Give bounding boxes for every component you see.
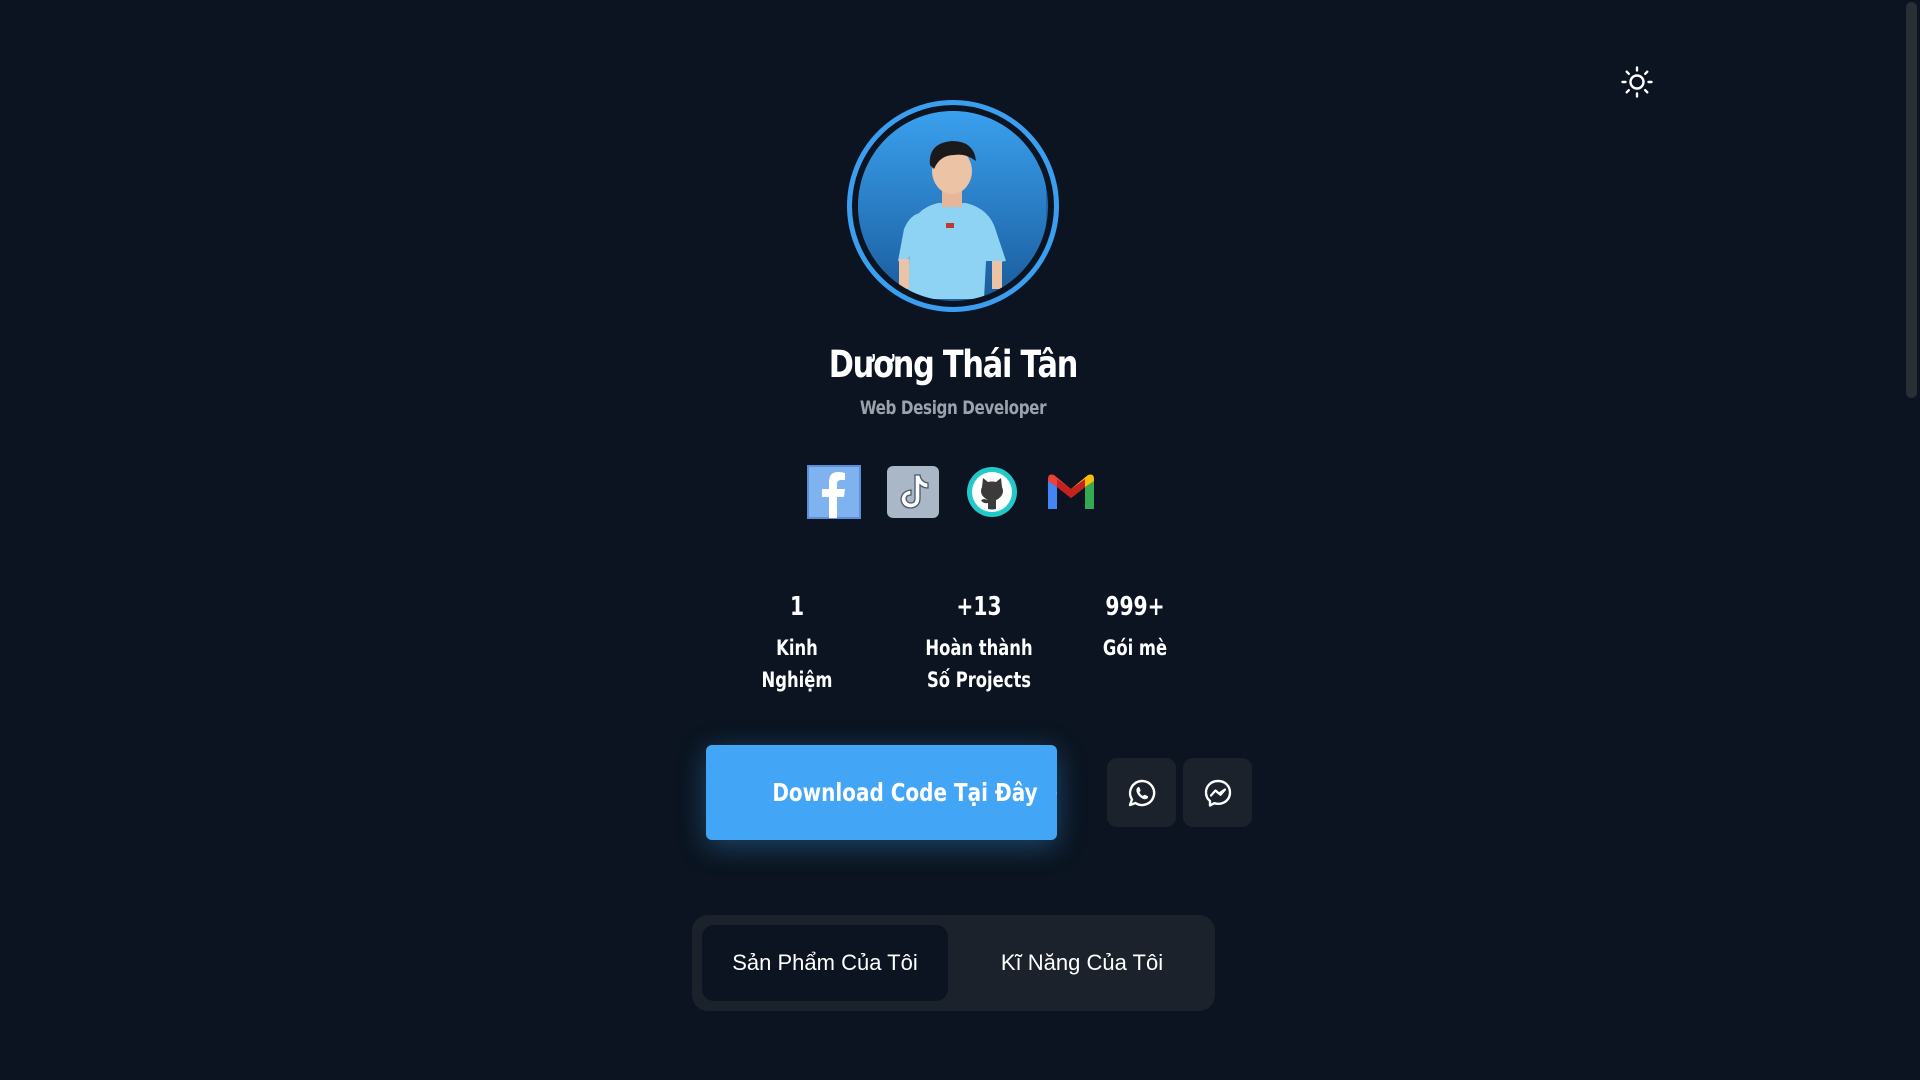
stat-projects: +13 Hoàn thành Số Projects [924, 592, 1033, 696]
stat-label: Hoàn thành [925, 636, 1033, 660]
gmail-icon [1048, 474, 1094, 509]
whatsapp-button[interactable] [1107, 758, 1176, 827]
avatar [858, 111, 1048, 301]
tab-skills[interactable]: Kĩ Năng Của Tôi [958, 925, 1206, 1001]
stat-label: Gói mè [1102, 636, 1168, 660]
whatsapp-icon [1128, 779, 1155, 806]
download-icon [1055, 791, 1057, 794]
tab-bar: Sản Phẩm Của Tôi Kĩ Năng Của Tôi [692, 915, 1215, 1011]
stat-value: +13 [956, 592, 1002, 622]
stat-label: Kinh Nghiệm [761, 636, 833, 692]
profile-name: Dương Thái Tân [828, 343, 1079, 386]
avatar-ring [847, 100, 1059, 312]
stat-experience: 1 Kinh Nghiệm [746, 592, 847, 696]
scrollbar-thumb[interactable] [1906, 2, 1917, 398]
avatar-photo [858, 111, 1046, 299]
portfolio-page: Dương Thái Tân Web Design Developer 1 Ki… [0, 0, 1920, 1080]
messenger-icon [1204, 779, 1231, 807]
gmail-link[interactable] [1044, 465, 1098, 519]
theme-toggle-button[interactable] [1617, 62, 1657, 102]
stat-packages: 999+ Gói mè [1088, 592, 1182, 664]
stat-value: 999+ [1105, 592, 1165, 622]
tab-products[interactable]: Sản Phẩm Của Tôi [702, 925, 948, 1001]
profile-title: Web Design Developer [859, 397, 1047, 419]
tiktok-icon [887, 466, 939, 518]
github-link[interactable] [965, 465, 1019, 519]
facebook-icon [807, 465, 861, 519]
messenger-button[interactable] [1183, 758, 1252, 827]
sun-icon [1621, 66, 1653, 98]
stat-label-group: Hoàn thành Số Projects [924, 632, 1033, 696]
stat-label: Số Projects [926, 668, 1032, 692]
download-code-button[interactable]: Download Code Tại Đây [706, 745, 1057, 840]
tiktok-link[interactable] [886, 465, 940, 519]
download-code-label: Download Code Tại Đây [772, 778, 1038, 807]
social-links [807, 465, 1098, 519]
facebook-link[interactable] [807, 465, 861, 519]
stat-value: 1 [789, 592, 805, 622]
page-scrollbar[interactable] [1902, 0, 1920, 1080]
github-icon [967, 467, 1017, 517]
